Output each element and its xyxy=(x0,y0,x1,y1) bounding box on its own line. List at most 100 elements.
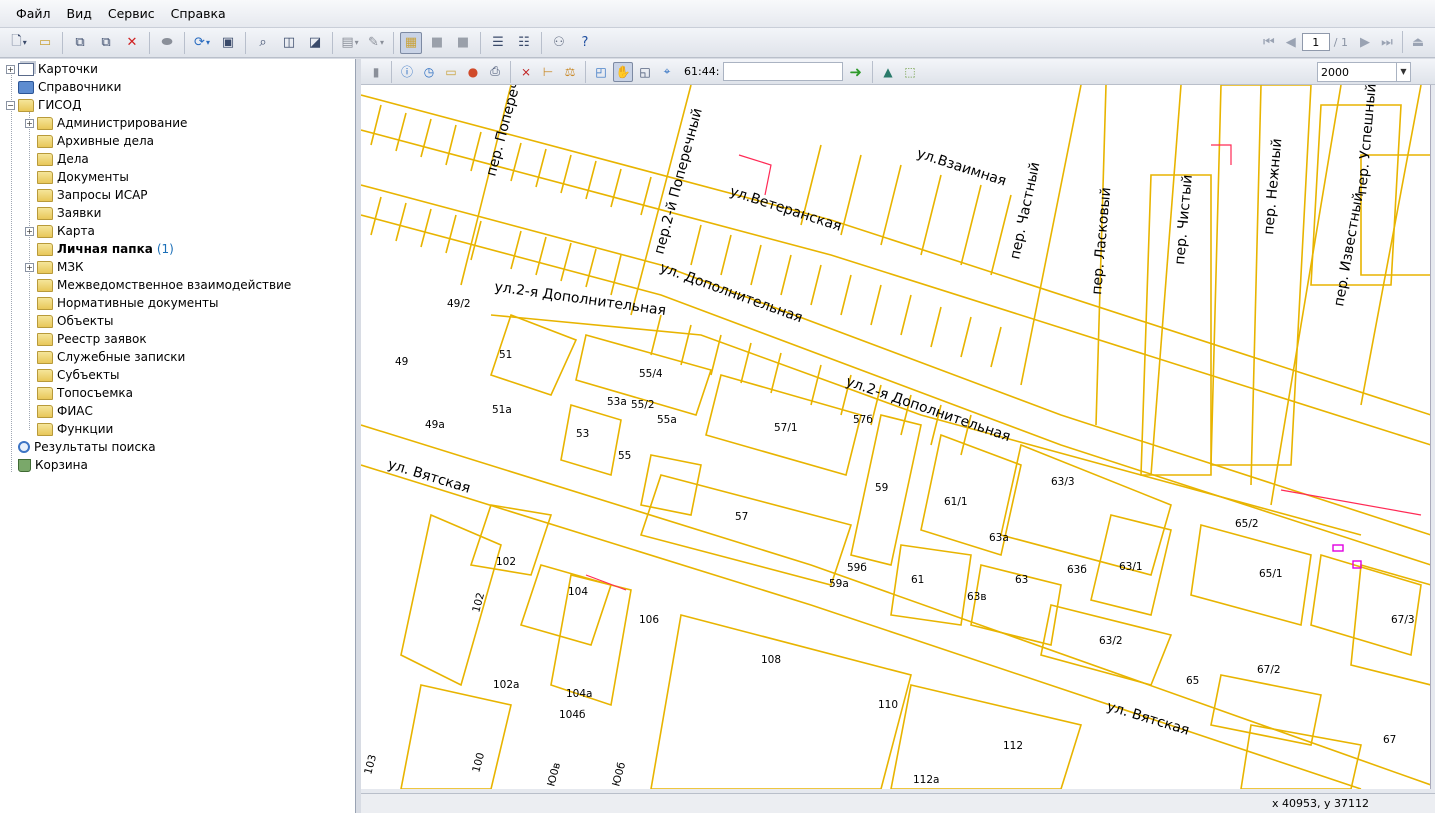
expand-icon[interactable]: + xyxy=(25,226,34,236)
parcel-number: 55а xyxy=(657,414,677,426)
expand-icon[interactable]: + xyxy=(6,64,15,74)
first-page-icon[interactable]: ⏮ xyxy=(1258,35,1280,50)
find-icon[interactable]: ⌕ xyxy=(252,32,274,54)
delete-icon[interactable]: ✕ xyxy=(121,32,143,54)
tree-item-label: Заявки xyxy=(57,206,102,220)
copy-icon[interactable]: ⧉ xyxy=(69,32,91,54)
help-icon[interactable]: ? xyxy=(574,32,596,54)
clear-selection-icon[interactable]: ⨯ xyxy=(516,62,536,82)
tree-item-search-results[interactable]: Результаты поиска xyxy=(6,438,156,456)
cadastral-number-input[interactable] xyxy=(723,62,844,81)
next-page-icon[interactable]: ▶ xyxy=(1354,35,1376,50)
page-number-input[interactable] xyxy=(1301,33,1330,51)
paste-icon[interactable]: ⧉ xyxy=(95,32,117,54)
tree-item-personal-folder[interactable]: Личная папка (1) xyxy=(25,240,174,258)
tree-item-isar-requests[interactable]: Запросы ИСАР xyxy=(25,186,148,204)
parcel-number: 51 xyxy=(499,349,512,361)
tree-item-label: Личная папка xyxy=(57,242,153,256)
map-svg[interactable]: ул.Взаимная ул.Ветеранская ул. Дополните… xyxy=(361,85,1431,789)
collapse-icon[interactable]: − xyxy=(6,100,15,110)
tree-item-gisod[interactable]: − ГИСОД xyxy=(6,96,82,114)
page-total: / 1 xyxy=(1333,35,1348,49)
menu-file[interactable]: Файл xyxy=(8,6,59,21)
tree-item-label: Субъекты xyxy=(57,368,120,382)
parcel-number: 61 xyxy=(911,574,924,586)
tree-item-map[interactable]: + Карта xyxy=(25,222,95,240)
tree-item-mzk[interactable]: + МЗК xyxy=(25,258,84,276)
view-card-icon[interactable]: ▦ xyxy=(400,31,422,54)
street-line xyxy=(1020,85,1082,386)
menu-view[interactable]: Вид xyxy=(59,6,100,21)
expand-icon[interactable]: + xyxy=(25,118,34,128)
toolbar-separator xyxy=(541,31,542,54)
list-view-icon[interactable]: ☰ xyxy=(487,32,509,54)
toolbar-separator xyxy=(1402,31,1403,53)
clock-icon[interactable]: ◷ xyxy=(419,62,439,82)
tree-item-recycle-bin[interactable]: Корзина xyxy=(6,456,88,474)
tree-item-application-registry[interactable]: Реестр заявок xyxy=(25,330,147,348)
zoom-extent-icon[interactable]: ◪ xyxy=(304,32,326,54)
go-arrow-icon[interactable]: ➜ xyxy=(849,63,862,81)
view-dark-icon[interactable]: ■ xyxy=(452,32,474,54)
parcel-number: 63/3 xyxy=(1051,476,1075,488)
prev-page-icon[interactable]: ◀ xyxy=(1280,35,1302,50)
tools-icon[interactable]: ✎ ▾ xyxy=(365,32,387,54)
menu-service[interactable]: Сервис xyxy=(100,6,163,21)
view-gray-icon[interactable]: ■ xyxy=(426,32,448,54)
map-vertical-scrollbar[interactable] xyxy=(1431,85,1435,789)
scale-icon[interactable]: ⚖ xyxy=(560,62,580,82)
parcel-number: 63б xyxy=(1067,564,1087,576)
tree-item-cases[interactable]: Дела xyxy=(25,150,89,168)
map-canvas[interactable]: ул.Взаимная ул.Ветеранская ул. Дополните… xyxy=(361,85,1431,789)
scale-select[interactable]: 2000 ▼ xyxy=(1317,62,1411,82)
zoom-window-icon[interactable]: ◰ xyxy=(591,62,611,82)
zoom-icon[interactable]: ◫ xyxy=(278,32,300,54)
parcel-boundary xyxy=(650,314,972,456)
layers-color-icon[interactable]: ● xyxy=(463,62,483,82)
print-map-icon[interactable]: ⎙ xyxy=(485,62,505,82)
menu-help[interactable]: Справка xyxy=(163,6,234,21)
tree-item-fias[interactable]: ФИАС xyxy=(25,402,93,420)
layers-icon[interactable]: ▤ ▾ xyxy=(339,32,361,54)
tree-item-objects[interactable]: Объекты xyxy=(25,312,113,330)
pin-icon[interactable]: ▮ xyxy=(366,62,386,82)
tree-item-memos[interactable]: Служебные записки xyxy=(25,348,185,366)
tree-item-administration[interactable]: + Администрирование xyxy=(25,114,187,132)
parcel-block xyxy=(1000,443,1172,576)
tree-item-topo-survey[interactable]: Топосъемка xyxy=(25,384,133,402)
last-page-icon[interactable]: ⏭ xyxy=(1376,35,1398,50)
tree-item-subjects[interactable]: Субъекты xyxy=(25,366,119,384)
selection-area-icon[interactable]: ⬚ xyxy=(900,62,920,82)
new-document-icon[interactable]: 🗋 ▾ xyxy=(8,32,30,54)
street-label: пер. Нежный xyxy=(1261,138,1285,236)
locate-icon[interactable]: ⌖ xyxy=(657,62,677,82)
info-icon[interactable]: ⓘ xyxy=(397,62,417,82)
details-view-icon[interactable]: ☷ xyxy=(513,32,535,54)
tree-item-normative-docs[interactable]: Нормативные документы xyxy=(25,294,219,312)
print-icon[interactable]: ⬬ xyxy=(156,32,178,54)
select-icon[interactable]: ◱ xyxy=(635,62,655,82)
tree-item-functions[interactable]: Функции xyxy=(25,420,113,438)
tree-item-archive-cases[interactable]: Архивные дела xyxy=(25,132,154,150)
open-folder-icon[interactable]: ▭ xyxy=(34,32,56,54)
exit-icon[interactable]: ⏏ xyxy=(1407,35,1429,50)
measure-icon[interactable]: ⊢ xyxy=(538,62,558,82)
tree-item-documents[interactable]: Документы xyxy=(25,168,129,186)
users-icon[interactable]: ⚇ xyxy=(548,32,570,54)
parcel-number: 104а xyxy=(566,688,592,700)
expand-icon[interactable]: + xyxy=(25,262,34,272)
tree-item-label: Администрирование xyxy=(57,116,188,130)
tree-item-references[interactable]: Справочники xyxy=(6,78,121,96)
properties-icon[interactable]: ▣ xyxy=(217,32,239,54)
parcel-number: 104б xyxy=(559,709,586,721)
terrain-icon[interactable]: ▲ xyxy=(878,62,898,82)
chevron-down-icon[interactable]: ▼ xyxy=(1396,63,1410,81)
tree-item-interagency[interactable]: Межведомственное взаимодействие xyxy=(25,276,291,294)
toolbar-separator xyxy=(391,60,392,83)
folder-open-icon xyxy=(37,224,53,238)
refresh-icon[interactable]: ⟳ ▾ xyxy=(191,32,213,54)
tree-item-applications[interactable]: Заявки xyxy=(25,204,101,222)
tree-item-cards[interactable]: + Карточки xyxy=(6,60,98,78)
pan-icon[interactable]: ✋ xyxy=(613,61,633,82)
open-map-icon[interactable]: ▭ xyxy=(441,62,461,82)
